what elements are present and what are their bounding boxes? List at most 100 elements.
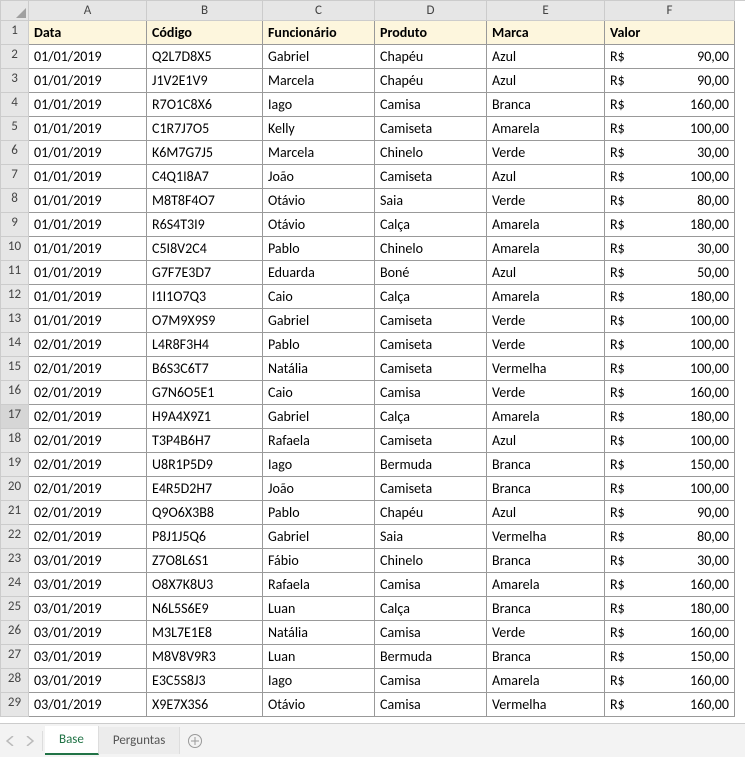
row-header[interactable]: 1: [1, 21, 29, 45]
cell-funcionario[interactable]: Caio: [263, 285, 375, 309]
cell-data[interactable]: 02/01/2019: [29, 453, 147, 477]
cell-data[interactable]: 03/01/2019: [29, 693, 147, 717]
cell-data[interactable]: 01/01/2019: [29, 189, 147, 213]
cell-data[interactable]: 01/01/2019: [29, 285, 147, 309]
cell-marca[interactable]: Branca: [487, 477, 605, 501]
cell-valor[interactable]: R$180,00: [605, 213, 735, 237]
row-header[interactable]: 2: [1, 45, 29, 69]
cell-funcionario[interactable]: Pablo: [263, 501, 375, 525]
cell-funcionario[interactable]: Otávio: [263, 693, 375, 717]
cell-funcionario[interactable]: Gabriel: [263, 309, 375, 333]
cell-produto[interactable]: Chinelo: [375, 549, 487, 573]
cell-data[interactable]: 01/01/2019: [29, 261, 147, 285]
cell-codigo[interactable]: E4R5D2H7: [147, 477, 263, 501]
row-header[interactable]: 5: [1, 117, 29, 141]
cell-valor[interactable]: R$160,00: [605, 669, 735, 693]
spreadsheet-grid[interactable]: ABCDEF1DataCódigoFuncionárioProdutoMarca…: [0, 0, 745, 717]
cell-codigo[interactable]: N6L5S6E9: [147, 597, 263, 621]
row-header[interactable]: 18: [1, 429, 29, 453]
cell-produto[interactable]: Calça: [375, 213, 487, 237]
cell-data[interactable]: 01/01/2019: [29, 69, 147, 93]
table-header-cell[interactable]: Valor: [605, 21, 735, 45]
cell-valor[interactable]: R$150,00: [605, 645, 735, 669]
row-header[interactable]: 3: [1, 69, 29, 93]
cell-marca[interactable]: Amarela: [487, 285, 605, 309]
cell-data[interactable]: 02/01/2019: [29, 429, 147, 453]
cell-funcionario[interactable]: Eduarda: [263, 261, 375, 285]
cell-codigo[interactable]: J1V2E1V9: [147, 69, 263, 93]
cell-marca[interactable]: Amarela: [487, 573, 605, 597]
cell-marca[interactable]: Branca: [487, 645, 605, 669]
cell-funcionario[interactable]: Otávio: [263, 213, 375, 237]
row-header[interactable]: 25: [1, 597, 29, 621]
cell-valor[interactable]: R$100,00: [605, 477, 735, 501]
cell-valor[interactable]: R$100,00: [605, 165, 735, 189]
cell-data[interactable]: 02/01/2019: [29, 357, 147, 381]
cell-marca[interactable]: Amarela: [487, 213, 605, 237]
cell-funcionario[interactable]: Rafaela: [263, 429, 375, 453]
cell-marca[interactable]: Verde: [487, 141, 605, 165]
row-header[interactable]: 13: [1, 309, 29, 333]
table-header-cell[interactable]: Marca: [487, 21, 605, 45]
cell-funcionario[interactable]: Marcela: [263, 141, 375, 165]
cell-marca[interactable]: Vermelha: [487, 693, 605, 717]
row-header[interactable]: 7: [1, 165, 29, 189]
cell-codigo[interactable]: C1R7J7O5: [147, 117, 263, 141]
cell-funcionario[interactable]: Pablo: [263, 333, 375, 357]
row-header[interactable]: 11: [1, 261, 29, 285]
cell-codigo[interactable]: M3L7E1E8: [147, 621, 263, 645]
cell-marca[interactable]: Azul: [487, 261, 605, 285]
cell-produto[interactable]: Camiseta: [375, 429, 487, 453]
cell-funcionario[interactable]: Kelly: [263, 117, 375, 141]
cell-codigo[interactable]: C4Q1I8A7: [147, 165, 263, 189]
cell-produto[interactable]: Camisa: [375, 573, 487, 597]
cell-marca[interactable]: Verde: [487, 309, 605, 333]
cell-funcionario[interactable]: Marcela: [263, 69, 375, 93]
cell-marca[interactable]: Verde: [487, 333, 605, 357]
cell-data[interactable]: 01/01/2019: [29, 45, 147, 69]
cell-data[interactable]: 03/01/2019: [29, 645, 147, 669]
cell-produto[interactable]: Camiseta: [375, 477, 487, 501]
cell-produto[interactable]: Chapéu: [375, 45, 487, 69]
row-header[interactable]: 16: [1, 381, 29, 405]
table-header-cell[interactable]: Código: [147, 21, 263, 45]
cell-marca[interactable]: Amarela: [487, 117, 605, 141]
cell-valor[interactable]: R$90,00: [605, 501, 735, 525]
cell-data[interactable]: 01/01/2019: [29, 309, 147, 333]
cell-codigo[interactable]: M8T8F4O7: [147, 189, 263, 213]
cell-data[interactable]: 02/01/2019: [29, 477, 147, 501]
cell-funcionario[interactable]: João: [263, 165, 375, 189]
cell-codigo[interactable]: Z7O8L6S1: [147, 549, 263, 573]
column-header[interactable]: D: [375, 1, 487, 21]
cell-produto[interactable]: Chapéu: [375, 501, 487, 525]
cell-valor[interactable]: R$30,00: [605, 141, 735, 165]
row-header[interactable]: 17: [1, 405, 29, 429]
cell-produto[interactable]: Camiseta: [375, 165, 487, 189]
cell-codigo[interactable]: X9E7X3S6: [147, 693, 263, 717]
cell-funcionario[interactable]: Gabriel: [263, 525, 375, 549]
cell-codigo[interactable]: U8R1P5D9: [147, 453, 263, 477]
cell-produto[interactable]: Camisa: [375, 693, 487, 717]
row-header[interactable]: 12: [1, 285, 29, 309]
cell-valor[interactable]: R$160,00: [605, 93, 735, 117]
cell-marca[interactable]: Branca: [487, 597, 605, 621]
cell-marca[interactable]: Azul: [487, 69, 605, 93]
tab-nav-prev-icon[interactable]: [20, 728, 40, 754]
cell-marca[interactable]: Verde: [487, 381, 605, 405]
cell-valor[interactable]: R$180,00: [605, 597, 735, 621]
table-header-cell[interactable]: Produto: [375, 21, 487, 45]
cell-produto[interactable]: Camisa: [375, 93, 487, 117]
cell-valor[interactable]: R$160,00: [605, 621, 735, 645]
cell-funcionario[interactable]: Fábio: [263, 549, 375, 573]
cell-codigo[interactable]: H9A4X9Z1: [147, 405, 263, 429]
cell-marca[interactable]: Amarela: [487, 669, 605, 693]
cell-data[interactable]: 01/01/2019: [29, 165, 147, 189]
cell-produto[interactable]: Chinelo: [375, 141, 487, 165]
cell-produto[interactable]: Chapéu: [375, 69, 487, 93]
cell-marca[interactable]: Verde: [487, 621, 605, 645]
cell-valor[interactable]: R$150,00: [605, 453, 735, 477]
cell-marca[interactable]: Azul: [487, 165, 605, 189]
cell-funcionario[interactable]: Pablo: [263, 237, 375, 261]
row-header[interactable]: 24: [1, 573, 29, 597]
cell-funcionario[interactable]: João: [263, 477, 375, 501]
